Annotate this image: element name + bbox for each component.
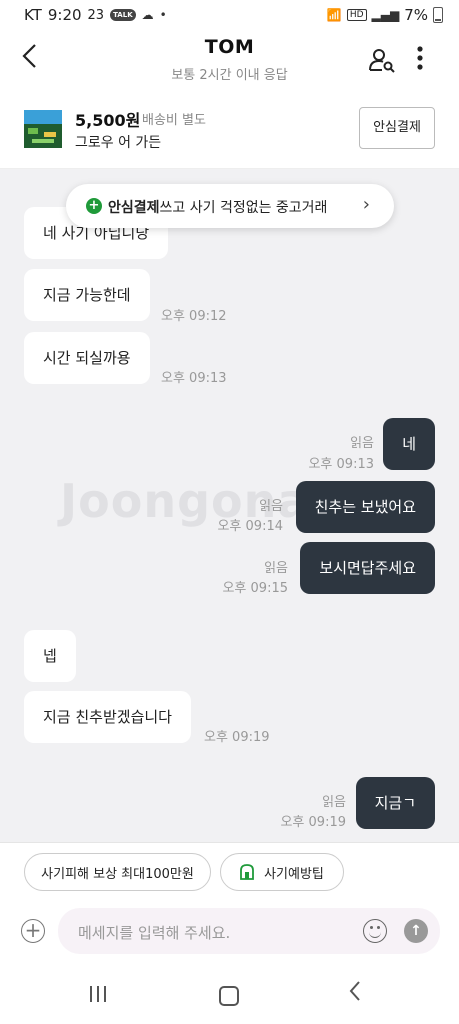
talk-icon: TALK [110, 9, 136, 21]
hd-icon: HD [346, 9, 367, 21]
status-right: 📶 HD ▂▄▆ 7% [327, 6, 443, 24]
banner-body: 쓰고 사기 걱정없는 중고거래 [159, 200, 328, 216]
chat-area[interactable]: Joongonara 네 사기 아닙니당 지금 가능한데 오후 09:12 시간… [0, 169, 459, 842]
fraud-tips-chip[interactable]: 사기예방팁 [220, 853, 344, 891]
cloud-icon: ☁ [141, 8, 154, 22]
message-bubble-outgoing[interactable]: 네 [383, 418, 435, 470]
signal-icon: ▂▄▆ [371, 8, 400, 22]
notification-count: 23 [87, 7, 105, 23]
safe-pay-button[interactable]: 안심결제 [359, 107, 435, 149]
status-bar: KT 9:20 23 TALK ☁ • 📶 HD ▂▄▆ 7% [0, 0, 459, 30]
message-time: 오후 09:12 [161, 309, 227, 324]
dot-icon: • [159, 8, 167, 22]
status-left: KT 9:20 23 TALK ☁ • [24, 6, 167, 24]
emoji-icon[interactable] [363, 919, 387, 943]
home-icon[interactable] [219, 986, 239, 1006]
system-nav-bar [0, 962, 459, 1024]
read-receipt: 읽음 [259, 499, 283, 514]
attach-plus-icon[interactable]: + [21, 919, 45, 943]
battery-icon [433, 7, 443, 23]
nav-back-icon[interactable] [348, 980, 362, 1008]
shipping-note: 배송비 별도 [142, 113, 206, 128]
message-time: 오후 09:19 [280, 815, 346, 830]
carrier-label: KT [24, 6, 42, 24]
message-input-placeholder: 메세지를 입력해 주세요. [78, 924, 231, 942]
read-receipt: 읽음 [322, 795, 346, 810]
product-price: 5,500원 [75, 111, 141, 130]
fraud-tips-label: 사기예방팁 [264, 866, 324, 882]
profile-search-button[interactable] [368, 46, 396, 74]
message-time: 오후 09:14 [217, 519, 283, 534]
more-options-button[interactable] [408, 44, 432, 74]
clock: 9:20 [47, 6, 82, 24]
read-receipt: 읽음 [350, 436, 374, 451]
chevron-right-icon: › [362, 194, 370, 215]
wifi-icon: 📶 [326, 8, 342, 22]
battery-percent: 7% [404, 6, 428, 24]
product-name: 그로우 어 가든 [75, 135, 162, 151]
message-time: 오후 09:15 [222, 581, 288, 596]
safe-pay-banner[interactable]: + 안심결제쓰고 사기 걱정없는 중고거래 › [66, 184, 394, 228]
recent-apps-icon[interactable] [90, 986, 110, 1002]
message-time: 오후 09:13 [161, 371, 227, 386]
compensation-chip[interactable]: 사기피해 보상 최대100만원 [24, 853, 211, 891]
kebab-menu-icon [417, 46, 423, 70]
user-search-icon [369, 49, 395, 73]
quick-actions: 사기피해 보상 최대100만원 사기예방팁 [0, 842, 459, 901]
safety-bell-icon [240, 864, 254, 880]
message-bubble-outgoing[interactable]: 지금ㄱ [355, 777, 435, 829]
message-bubble-incoming[interactable]: 시간 되실까용 [24, 332, 150, 384]
send-arrow-icon[interactable]: ↑ [404, 919, 428, 943]
product-summary[interactable]: 5,500원 배송비 별도 그로우 어 가든 안심결제 [0, 96, 459, 169]
product-thumbnail[interactable] [24, 110, 62, 148]
banner-bold: 안심결제 [108, 200, 160, 216]
message-bubble-incoming[interactable]: 지금 친추받겠습니다 [24, 691, 191, 743]
message-time: 오후 09:13 [308, 457, 374, 472]
message-bubble-outgoing[interactable]: 보시면답주세요 [300, 542, 435, 594]
shield-plus-icon: + [86, 198, 102, 214]
message-bubble-incoming[interactable]: 지금 가능한데 [24, 269, 150, 321]
message-composer: + 메세지를 입력해 주세요. ↑ [0, 900, 459, 962]
message-bubble-outgoing[interactable]: 친추는 보냈어요 [295, 481, 435, 533]
banner-text: 안심결제쓰고 사기 걱정없는 중고거래 [108, 197, 327, 217]
message-time: 오후 09:19 [204, 730, 270, 745]
read-receipt: 읽음 [264, 561, 288, 576]
chat-header: TOM 보통 2시간 이내 응답 [0, 30, 459, 88]
message-bubble-incoming[interactable]: 넵 [24, 630, 76, 682]
